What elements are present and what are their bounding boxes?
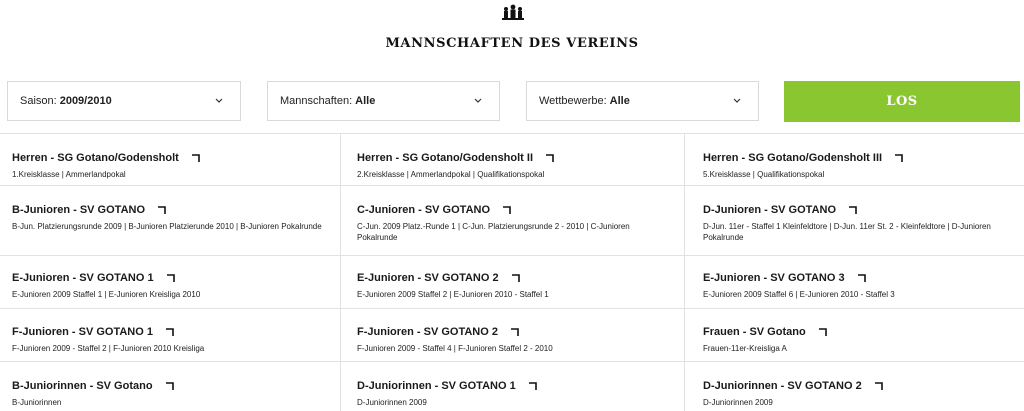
teams-value: Alle	[355, 95, 376, 107]
team-competitions: D-Juniorinnen 2009	[703, 398, 773, 407]
team-name: B-Juniorinnen - SV Gotano	[12, 380, 153, 392]
external-link-icon	[166, 273, 175, 283]
team-competitions: E-Junioren 2009 Staffel 1 | E-Junioren K…	[12, 290, 201, 299]
competitions-value: Alle	[609, 95, 630, 107]
team-name: Herren - SG Gotano/Godensholt II	[357, 152, 534, 164]
external-link-icon	[818, 327, 827, 337]
team-card[interactable]: B-Junioren - SV GOTANO B-Jun. Platzierung…	[12, 200, 322, 232]
team-name-link[interactable]: F-Junioren - SV GOTANO 2	[357, 326, 519, 338]
team-name: C-Junioren - SV GOTANO	[357, 204, 491, 216]
teams-label: Mannschaften:	[280, 95, 353, 107]
team-competitions: 2.Kreisklasse | Ammerlandpokal | Qualifi…	[357, 170, 545, 179]
team-competitions: B-Jun. Platzierungsrunde 2009 | B-Junior…	[12, 222, 322, 231]
team-name-link[interactable]: B-Juniorinnen - SV Gotano	[12, 380, 174, 392]
team-competitions: 5.Kreisklasse | Qualifikationspokal	[703, 170, 825, 179]
external-link-icon	[874, 381, 883, 391]
external-link-icon	[528, 381, 537, 391]
teams-select[interactable]: Mannschaften: Alle	[267, 81, 500, 121]
chevron-down-icon	[215, 98, 223, 103]
team-card[interactable]: D-Juniorinnen - SV GOTANO 1 D-Juniorinnen…	[357, 376, 667, 408]
team-name: E-Junioren - SV GOTANO 1	[12, 272, 154, 284]
team-competitions: D-Juniorinnen 2009	[357, 398, 427, 407]
team-name: F-Junioren - SV GOTANO 1	[12, 326, 153, 338]
team-name: D-Junioren - SV GOTANO	[703, 204, 837, 216]
external-link-icon	[511, 273, 520, 283]
team-competitions: D-Jun. 11er - Staffel 1 Kleinfeldtore | …	[703, 222, 991, 242]
team-competitions: C-Jun. 2009 Platz.-Runde 1 | C-Jun. Plat…	[357, 222, 630, 242]
season-select[interactable]: Saison: 2009/2010	[7, 81, 241, 121]
competitions-label: Wettbewerbe:	[539, 95, 607, 107]
team-name: F-Junioren - SV GOTANO 2	[357, 326, 498, 338]
team-name: Herren - SG Gotano/Godensholt III	[703, 152, 883, 164]
team-name: E-Junioren - SV GOTANO 2	[357, 272, 499, 284]
team-competitions: E-Junioren 2009 Staffel 6 | E-Junioren 2…	[703, 290, 895, 299]
team-card[interactable]: F-Junioren - SV GOTANO 2 F-Junioren 2009 …	[357, 322, 667, 354]
team-card[interactable]: B-Juniorinnen - SV Gotano B-Juniorinnen	[12, 376, 322, 408]
external-link-icon	[894, 153, 903, 163]
page-title: MANNSCHAFTEN DES VEREINS	[385, 36, 639, 51]
team-competitions: Frauen-11er-Kreisliga A	[703, 344, 787, 353]
team-card[interactable]: E-Junioren - SV GOTANO 1 E-Junioren 2009 …	[12, 268, 322, 300]
team-card[interactable]: Herren - SG Gotano/Godensholt III 5.Kreis…	[703, 148, 1013, 180]
season-label: Saison:	[20, 95, 57, 107]
team-competitions: B-Juniorinnen	[12, 398, 62, 407]
team-card[interactable]: D-Junioren - SV GOTANO D-Jun. 11er - Staf…	[703, 200, 1013, 243]
external-link-icon	[848, 205, 857, 215]
team-name: D-Juniorinnen - SV GOTANO 1	[357, 380, 516, 392]
team-name-link[interactable]: B-Junioren - SV GOTANO	[12, 204, 166, 216]
team-name-link[interactable]: D-Junioren - SV GOTANO	[703, 204, 857, 216]
team-name-link[interactable]: Herren - SG Gotano/Godensholt III	[703, 152, 903, 164]
team-card[interactable]: Frauen - SV Gotano Frauen-11er-Kreisliga …	[703, 322, 1013, 354]
team-name-link[interactable]: Herren - SG Gotano/Godensholt II	[357, 152, 554, 164]
external-link-icon	[502, 205, 511, 215]
team-name: Herren - SG Gotano/Godensholt	[12, 152, 179, 164]
team-name-link[interactable]: D-Juniorinnen - SV GOTANO 1	[357, 380, 537, 392]
team-name-link[interactable]: E-Junioren - SV GOTANO 2	[357, 272, 520, 284]
external-link-icon	[165, 381, 174, 391]
external-link-icon	[157, 205, 166, 215]
team-name: E-Junioren - SV GOTANO 3	[703, 272, 845, 284]
team-name-link[interactable]: E-Junioren - SV GOTANO 3	[703, 272, 866, 284]
team-name: B-Junioren - SV GOTANO	[12, 204, 146, 216]
team-icon	[502, 4, 524, 20]
submit-button[interactable]: LOS	[784, 81, 1020, 122]
team-competitions: F-Junioren 2009 - Staffel 4 | F-Junioren…	[357, 344, 553, 353]
team-card[interactable]: Herren - SG Gotano/Godensholt 1.Kreisklas…	[12, 148, 322, 180]
team-name-link[interactable]: D-Juniorinnen - SV GOTANO 2	[703, 380, 883, 392]
team-card[interactable]: E-Junioren - SV GOTANO 3 E-Junioren 2009 …	[703, 268, 1013, 300]
team-card[interactable]: Herren - SG Gotano/Godensholt II 2.Kreisk…	[357, 148, 667, 180]
external-link-icon	[191, 153, 200, 163]
team-name-link[interactable]: C-Junioren - SV GOTANO	[357, 204, 511, 216]
external-link-icon	[510, 327, 519, 337]
team-card[interactable]: F-Junioren - SV GOTANO 1 F-Junioren 2009 …	[12, 322, 322, 354]
team-competitions: 1.Kreisklasse | Ammerlandpokal	[12, 170, 126, 179]
chevron-down-icon	[474, 98, 482, 103]
chevron-down-icon	[733, 98, 741, 103]
team-name: D-Juniorinnen - SV GOTANO 2	[703, 380, 862, 392]
team-name-link[interactable]: F-Junioren - SV GOTANO 1	[12, 326, 174, 338]
team-card[interactable]: D-Juniorinnen - SV GOTANO 2 D-Juniorinnen…	[703, 376, 1013, 408]
team-name: Frauen - SV Gotano	[703, 326, 806, 338]
external-link-icon	[165, 327, 174, 337]
team-competitions: F-Junioren 2009 - Staffel 2 | F-Junioren…	[12, 344, 205, 353]
team-name-link[interactable]: Frauen - SV Gotano	[703, 326, 827, 338]
team-name-link[interactable]: E-Junioren - SV GOTANO 1	[12, 272, 175, 284]
team-card[interactable]: C-Junioren - SV GOTANO C-Jun. 2009 Platz.…	[357, 200, 667, 243]
external-link-icon	[857, 273, 866, 283]
external-link-icon	[545, 153, 554, 163]
competitions-select[interactable]: Wettbewerbe: Alle	[526, 81, 759, 121]
season-value: 2009/2010	[59, 95, 112, 107]
team-name-link[interactable]: Herren - SG Gotano/Godensholt	[12, 152, 200, 164]
team-card[interactable]: E-Junioren - SV GOTANO 2 E-Junioren 2009 …	[357, 268, 667, 300]
team-competitions: E-Junioren 2009 Staffel 2 | E-Junioren 2…	[357, 290, 549, 299]
